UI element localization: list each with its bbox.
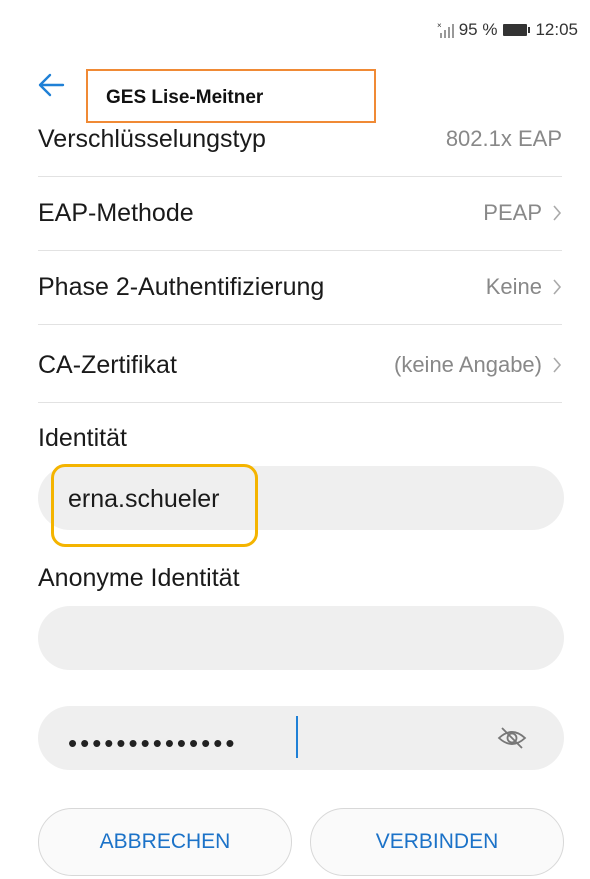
row-value-wrap: Keine	[486, 274, 562, 300]
eye-off-icon[interactable]	[496, 724, 528, 757]
cancel-button[interactable]: ABBRECHEN	[38, 808, 292, 876]
row-label: Phase 2-Authentifizierung	[38, 272, 325, 301]
status-icons: × 95 % 12:05	[437, 20, 578, 40]
row-value-wrap: (keine Angabe)	[394, 352, 562, 378]
clock: 12:05	[535, 20, 578, 39]
row-value: 802.1x EAP	[445, 126, 562, 151]
row-value: Keine	[485, 274, 542, 299]
connect-button[interactable]: VERBINDEN	[310, 808, 564, 876]
chevron-right-icon	[553, 279, 562, 295]
row-eap-method[interactable]: EAP-Methode PEAP	[38, 176, 562, 251]
row-value: PEAP	[483, 200, 542, 225]
row-label: Verschlüsselungstyp	[38, 124, 266, 153]
row-phase2-auth[interactable]: Phase 2-Authentifizierung Keine	[38, 250, 562, 325]
row-value: (keine Angabe)	[394, 352, 542, 377]
identity-label: Identität	[38, 424, 127, 452]
anon-identity-label: Anonyme Identität	[38, 564, 240, 592]
battery-percent: 95 %	[458, 20, 498, 39]
row-label: EAP-Methode	[38, 198, 194, 227]
chevron-right-icon	[553, 205, 562, 221]
row-value-wrap: PEAP	[483, 200, 562, 226]
row-encryption-type: Verschlüsselungstyp 802.1x EAP	[38, 102, 562, 177]
anon-identity-field[interactable]	[38, 606, 564, 670]
password-value: ••••••••••••••	[68, 728, 238, 758]
signal-icon: ×	[437, 21, 455, 39]
status-bar: × 95 % 12:05	[0, 0, 590, 58]
battery-icon	[503, 24, 531, 36]
row-ca-certificate[interactable]: CA-Zertifikat (keine Angabe)	[38, 328, 562, 403]
chevron-right-icon	[553, 357, 562, 373]
svg-text:×: ×	[437, 21, 442, 30]
row-label: CA-Zertifikat	[38, 350, 177, 379]
identity-value[interactable]: erna.schueler	[51, 464, 258, 547]
back-arrow-icon[interactable]	[36, 70, 66, 105]
row-value-wrap: 802.1x EAP	[446, 126, 562, 152]
text-cursor	[296, 716, 298, 758]
